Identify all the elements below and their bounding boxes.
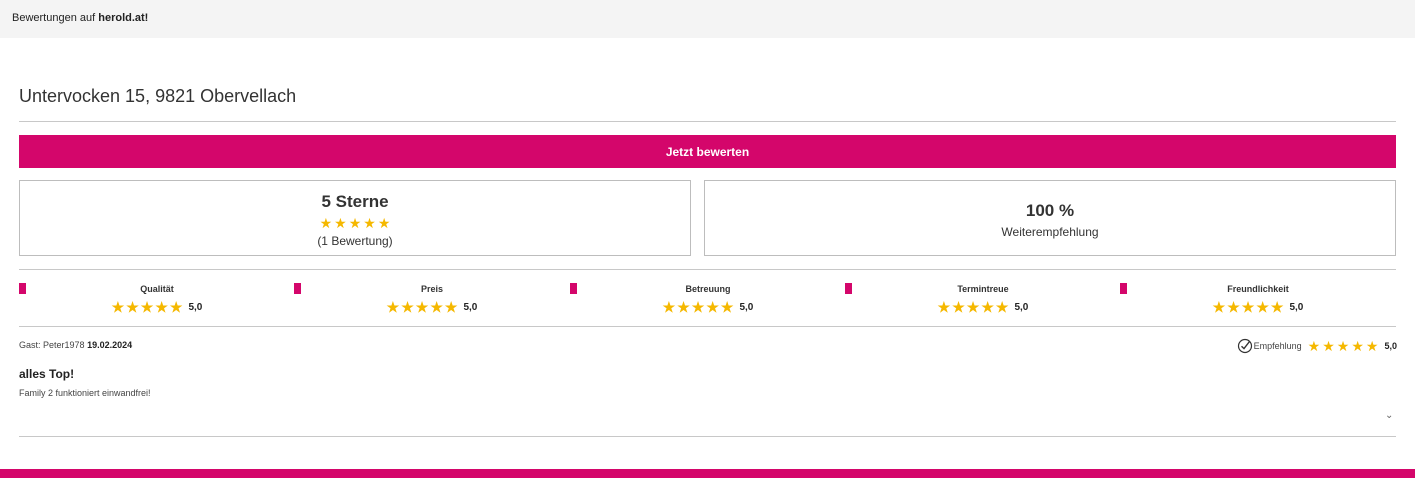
rating-count: (1 Bewertung) [317,234,393,248]
top-bar: Bewertungen auf herold.at! [0,0,1415,38]
category-label: Freundlichkeit [1227,284,1289,294]
stars-title: 5 Sterne [321,192,389,211]
star-icon: ★ [415,299,429,315]
summary-stars: ★ ★ ★ ★ ★ [320,216,391,230]
category-stars: ★ ★ ★ ★ ★ [387,300,458,314]
star-icon: ★ [1241,299,1255,315]
star-icon: ★ [386,299,400,315]
star-icon: ★ [363,215,376,231]
star-icon: ★ [1270,299,1284,315]
category-label: Betreuung [685,284,731,294]
review-meta: Gast: Peter1978 19.02.2024 [19,340,132,350]
category-stars: ★ ★ ★ ★ ★ [112,300,183,314]
category-value: 5,0 [188,301,203,313]
star-icon: ★ [377,215,391,231]
rate-now-button[interactable]: Jetzt bewerten [19,135,1396,168]
star-icon: ★ [1336,338,1350,354]
star-icon: ★ [937,299,951,315]
category-label: Qualität [140,284,174,294]
star-icon: ★ [952,299,965,315]
category-value: 5,0 [463,301,478,313]
recommend-label: Weiterempfehlung [1001,225,1099,239]
review-stars: ★ ★ ★ ★ ★ [1308,339,1379,353]
review-title: alles Top! [19,367,75,381]
category-label: Termintreue [957,284,1009,294]
star-icon: ★ [444,299,458,315]
star-icon: ★ [662,299,676,315]
address-heading: Untervocken 15, 9821 Obervellach [19,86,297,106]
star-icon: ★ [720,299,734,315]
star-icon: ★ [706,299,719,315]
star-icon: ★ [1307,338,1321,354]
category-stars: ★ ★ ★ ★ ★ [663,300,734,314]
category-stars: ★ ★ ★ ★ ★ [938,300,1009,314]
star-icon: ★ [677,299,690,315]
category-friendliness: Freundlichkeit ★ ★ ★ ★ ★ 5,0 [1120,282,1396,316]
category-stars: ★ ★ ★ ★ ★ [1213,300,1284,314]
top-bar-brand[interactable]: herold.at! [98,12,148,24]
review-text: Family 2 funktioniert einwandfrei! [19,388,151,398]
star-icon: ★ [140,299,154,315]
divider [19,326,1396,327]
star-summary-box: 5 Sterne ★ ★ ★ ★ ★ (1 Bewertung) [19,180,691,256]
star-icon: ★ [1212,299,1226,315]
star-icon: ★ [169,299,183,315]
star-icon: ★ [334,215,347,231]
review-date: 19.02.2024 [87,340,133,350]
recommendation-box: 100 % Weiterempfehlung [704,180,1396,256]
star-icon: ★ [1227,299,1240,315]
star-icon: ★ [111,299,125,315]
star-icon: ★ [1351,338,1364,354]
star-icon: ★ [401,299,414,315]
check-circle-icon [1237,338,1252,354]
top-bar-title: Bewertungen auf herold.at! [12,12,148,24]
category-value: 5,0 [1289,301,1304,313]
divider [19,269,1396,270]
category-value: 5,0 [1014,301,1029,313]
star-icon: ★ [319,215,333,231]
divider [19,436,1396,437]
star-icon: ★ [430,299,443,315]
category-quality: Qualität ★ ★ ★ ★ ★ 5,0 [19,282,295,316]
star-icon: ★ [966,299,980,315]
star-icon: ★ [1322,338,1335,354]
category-price: Preis ★ ★ ★ ★ ★ 5,0 [294,282,570,316]
star-icon: ★ [981,299,994,315]
bottom-accent-bar [0,469,1415,478]
review-author: Gast: Peter1978 [19,340,85,350]
star-icon: ★ [691,299,705,315]
star-icon: ★ [155,299,168,315]
category-label: Preis [420,284,444,294]
category-service: Betreuung ★ ★ ★ ★ ★ 5,0 [570,282,846,316]
star-icon: ★ [126,299,139,315]
category-punctuality: Termintreue ★ ★ ★ ★ ★ 5,0 [845,282,1121,316]
review-value: 5,0 [1384,341,1397,351]
star-icon: ★ [1365,338,1379,354]
review-rating: Empfehlung ★ ★ ★ ★ ★ 5,0 [1237,338,1397,354]
category-value: 5,0 [739,301,754,313]
chevron-down-icon[interactable]: ⌄ [1385,410,1393,421]
top-bar-prefix: Bewertungen auf [12,12,99,24]
star-icon: ★ [995,299,1009,315]
recommend-label: Empfehlung [1253,341,1302,351]
star-icon: ★ [348,215,362,231]
recommend-percent: 100 % [1025,201,1075,220]
divider [19,121,1396,122]
star-icon: ★ [1256,299,1269,315]
